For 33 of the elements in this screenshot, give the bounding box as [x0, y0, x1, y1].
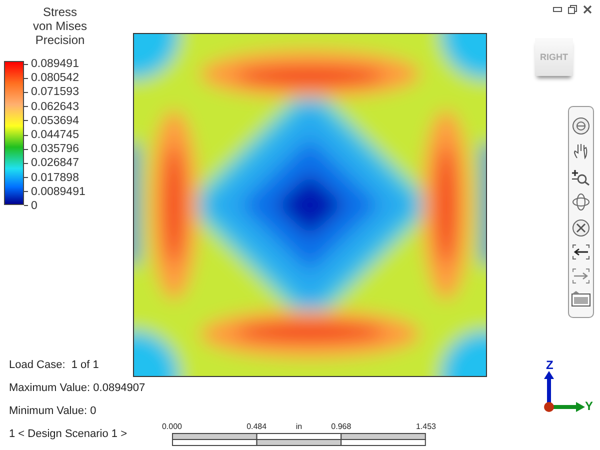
scale-value: 0.968: [331, 422, 352, 431]
orbit-icon[interactable]: [572, 193, 590, 212]
info-text: Maximum Value: 0.0894907: [9, 381, 146, 395]
previous-view-icon[interactable]: [572, 244, 590, 260]
legend-value: 0.062643: [31, 100, 79, 113]
minimize-icon[interactable]: [553, 7, 562, 12]
legend-value: 0.017898: [31, 172, 79, 184]
legend-value: 0.035796: [31, 143, 79, 156]
legend-value: 0.044745: [31, 129, 79, 142]
info-text: Minimum Value: 0: [9, 404, 98, 418]
scale-value: 0.000: [162, 422, 182, 431]
scale-unit: in: [296, 422, 302, 431]
close-icon[interactable]: [583, 5, 592, 14]
scale-value: 0.484: [246, 422, 267, 431]
legend-title: Stress von Mises Precision: [32, 5, 88, 47]
window-icon[interactable]: [571, 291, 591, 308]
zoom-icon[interactable]: [572, 168, 590, 186]
restore-icon[interactable]: [568, 5, 577, 14]
legend-value: 0.071593: [31, 86, 79, 98]
legend-value: 0.026847: [31, 157, 79, 170]
next-view-icon[interactable]: [572, 268, 590, 284]
y-axis-label: Y: [585, 399, 594, 413]
scale-value: 1.453: [416, 422, 436, 431]
info-text: Load Case: 1 of 1: [9, 358, 100, 372]
center-icon[interactable]: [572, 218, 590, 237]
z-axis-label: Z: [546, 358, 554, 372]
legend-value: 0.080542: [31, 72, 79, 84]
view-cube[interactable]: RIGHT: [535, 38, 573, 76]
info-text: 1 < Design Scenario 1 >: [9, 427, 128, 441]
legend-value: 0.089491: [31, 58, 79, 70]
legend-value: 0.0089491: [31, 186, 86, 198]
legend-value: 0.053694: [31, 114, 79, 127]
legend-value: 0: [31, 200, 38, 212]
